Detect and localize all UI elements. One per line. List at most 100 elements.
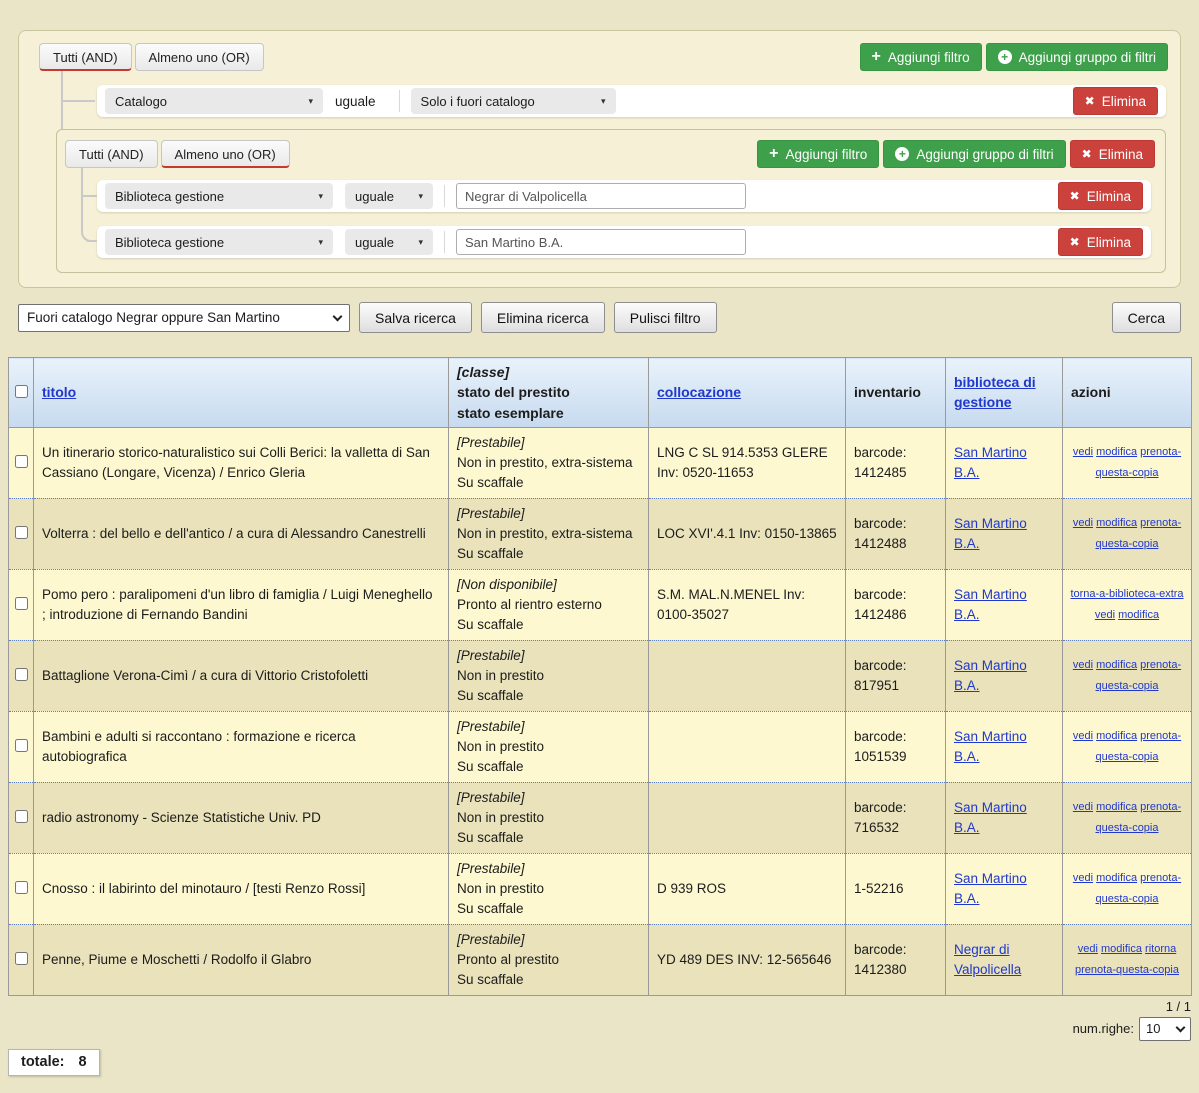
action-link[interactable]: vedi: [1073, 872, 1093, 884]
row-checkbox[interactable]: [15, 952, 28, 965]
collocazione-cell: YD 489 DES INV: 12-565646: [649, 924, 846, 995]
action-link[interactable]: modifica: [1096, 801, 1137, 813]
value-select[interactable]: Solo i fuori catalogo ▾: [411, 88, 616, 114]
biblioteca-link[interactable]: San Martino B.A.: [954, 587, 1027, 622]
azioni-cell: vedi modifica prenota-questa-copia: [1063, 711, 1192, 782]
tab-tutti-and[interactable]: Tutti (AND): [39, 43, 132, 71]
subgroup-header: Tutti (AND) Almeno uno (OR) + Aggiungi f…: [65, 140, 1155, 168]
biblioteca-cell: San Martino B.A.: [946, 498, 1063, 569]
row-checkbox[interactable]: [15, 597, 28, 610]
biblioteca-cell: San Martino B.A.: [946, 782, 1063, 853]
collocazione-cell: D 939 ROS: [649, 853, 846, 924]
biblioteca-cell: San Martino B.A.: [946, 569, 1063, 640]
tab-almeno-uno-or[interactable]: Almeno uno (OR): [161, 140, 290, 168]
action-link[interactable]: modifica: [1096, 659, 1137, 671]
sort-collocazione-link[interactable]: collocazione: [657, 384, 741, 400]
rows-per-page-value: 10: [1146, 1021, 1160, 1036]
row-checkbox[interactable]: [15, 881, 28, 894]
action-link[interactable]: vedi: [1078, 943, 1098, 955]
collocazione-cell: [649, 640, 846, 711]
action-link[interactable]: ritorna: [1145, 943, 1176, 955]
x-icon: ✖: [1085, 94, 1095, 108]
biblioteca-link[interactable]: San Martino B.A.: [954, 658, 1027, 693]
titolo-cell: Un itinerario storico-naturalistico sui …: [34, 427, 449, 498]
delete-filter-label: Elimina: [1087, 189, 1131, 204]
clear-filter-button[interactable]: Pulisci filtro: [614, 302, 717, 333]
add-filter-group-button[interactable]: + Aggiungi gruppo di filtri: [883, 140, 1065, 168]
delete-group-button[interactable]: ✖ Elimina: [1070, 140, 1155, 168]
filter-subgroup: Tutti (AND) Almeno uno (OR) + Aggiungi f…: [56, 129, 1166, 273]
inventario-cell: barcode: 1412380: [846, 924, 946, 995]
caret-down-icon: ▾: [318, 191, 323, 202]
biblioteca-cell: Negrar di Valpolicella: [946, 924, 1063, 995]
action-link[interactable]: modifica: [1096, 730, 1137, 742]
action-link[interactable]: vedi: [1073, 659, 1093, 671]
rows-per-page-label: num.righe:: [1073, 1021, 1134, 1036]
action-link[interactable]: torna-a-biblioteca-extra: [1070, 588, 1183, 600]
tab-almeno-uno-or[interactable]: Almeno uno (OR): [135, 43, 264, 71]
biblioteca-link[interactable]: San Martino B.A.: [954, 516, 1027, 551]
row-checkbox[interactable]: [15, 810, 28, 823]
action-link[interactable]: modifica: [1096, 872, 1137, 884]
circle-plus-icon: +: [895, 147, 909, 161]
filter-value-input[interactable]: [456, 183, 746, 209]
delete-group-label: Elimina: [1099, 147, 1143, 162]
biblioteca-cell: San Martino B.A.: [946, 853, 1063, 924]
caret-down-icon: ▾: [601, 96, 606, 107]
row-checkbox[interactable]: [15, 739, 28, 752]
sort-titolo-link[interactable]: titolo: [42, 384, 76, 400]
action-link[interactable]: vedi: [1073, 801, 1093, 813]
add-filter-label: Aggiungi filtro: [786, 147, 868, 162]
header-titolo: titolo: [34, 358, 449, 428]
stato-cell: [Prestabile] Non in prestito, extra-sist…: [449, 498, 649, 569]
action-link[interactable]: modifica: [1101, 943, 1142, 955]
azioni-cell: vedi modifica prenota-questa-copia: [1063, 427, 1192, 498]
field-select[interactable]: Catalogo ▾: [105, 88, 323, 114]
stato-cell: [Prestabile] Non in prestito Su scaffale: [449, 853, 649, 924]
filter-rule-biblioteca-2: Biblioteca gestione ▾ uguale ▾ ✖ Elimina: [97, 226, 1151, 258]
action-link[interactable]: modifica: [1096, 517, 1137, 529]
biblioteca-link[interactable]: San Martino B.A.: [954, 800, 1027, 835]
biblioteca-link[interactable]: Negrar di Valpolicella: [954, 942, 1021, 977]
titolo-cell: Battaglione Verona-Cimì / a cura di Vitt…: [34, 640, 449, 711]
subgroup-buttons: + Aggiungi filtro + Aggiungi gruppo di f…: [757, 140, 1155, 168]
action-link[interactable]: vedi: [1095, 609, 1115, 621]
action-link[interactable]: modifica: [1096, 446, 1137, 458]
sort-biblioteca-link[interactable]: biblioteca di gestione: [954, 374, 1036, 410]
delete-filter-button[interactable]: ✖ Elimina: [1058, 228, 1143, 256]
row-checkbox[interactable]: [15, 526, 28, 539]
select-all-checkbox[interactable]: [15, 385, 28, 398]
delete-search-button[interactable]: Elimina ricerca: [481, 302, 605, 333]
filter-value-input[interactable]: [456, 229, 746, 255]
tab-tutti-and[interactable]: Tutti (AND): [65, 140, 158, 168]
caret-down-icon: ▾: [308, 96, 313, 107]
row-checkbox[interactable]: [15, 455, 28, 468]
action-link[interactable]: vedi: [1073, 517, 1093, 529]
operator-select[interactable]: uguale ▾: [345, 229, 433, 255]
root-condition-tabs: Tutti (AND) Almeno uno (OR): [39, 43, 267, 71]
biblioteca-cell: San Martino B.A.: [946, 640, 1063, 711]
action-link[interactable]: prenota-questa-copia: [1075, 964, 1179, 976]
table-row: Penne, Piume e Moschetti / Rodolfo il Gl…: [9, 924, 1192, 995]
action-link[interactable]: vedi: [1073, 730, 1093, 742]
action-link[interactable]: modifica: [1118, 609, 1159, 621]
action-link[interactable]: vedi: [1073, 446, 1093, 458]
delete-filter-button[interactable]: ✖ Elimina: [1073, 87, 1158, 115]
add-filter-button[interactable]: + Aggiungi filtro: [860, 43, 982, 71]
field-select[interactable]: Biblioteca gestione ▾: [105, 229, 333, 255]
biblioteca-link[interactable]: San Martino B.A.: [954, 445, 1027, 480]
biblioteca-link[interactable]: San Martino B.A.: [954, 729, 1027, 764]
search-button[interactable]: Cerca: [1112, 302, 1181, 333]
add-filter-button[interactable]: + Aggiungi filtro: [757, 140, 879, 168]
operator-select[interactable]: uguale ▾: [345, 183, 433, 209]
save-search-button[interactable]: Salva ricerca: [359, 302, 472, 333]
rows-per-page-select[interactable]: 10: [1139, 1017, 1191, 1041]
delete-filter-button[interactable]: ✖ Elimina: [1058, 182, 1143, 210]
biblioteca-link[interactable]: San Martino B.A.: [954, 871, 1027, 906]
row-checkbox[interactable]: [15, 668, 28, 681]
root-group-header: Tutti (AND) Almeno uno (OR) + Aggiungi f…: [39, 43, 1168, 71]
field-select[interactable]: Biblioteca gestione ▾: [105, 183, 333, 209]
table-row: radio astronomy - Scienze Statistiche Un…: [9, 782, 1192, 853]
saved-search-select[interactable]: Fuori catalogo Negrar oppure San Martino: [18, 304, 350, 332]
add-filter-group-button[interactable]: + Aggiungi gruppo di filtri: [986, 43, 1168, 71]
